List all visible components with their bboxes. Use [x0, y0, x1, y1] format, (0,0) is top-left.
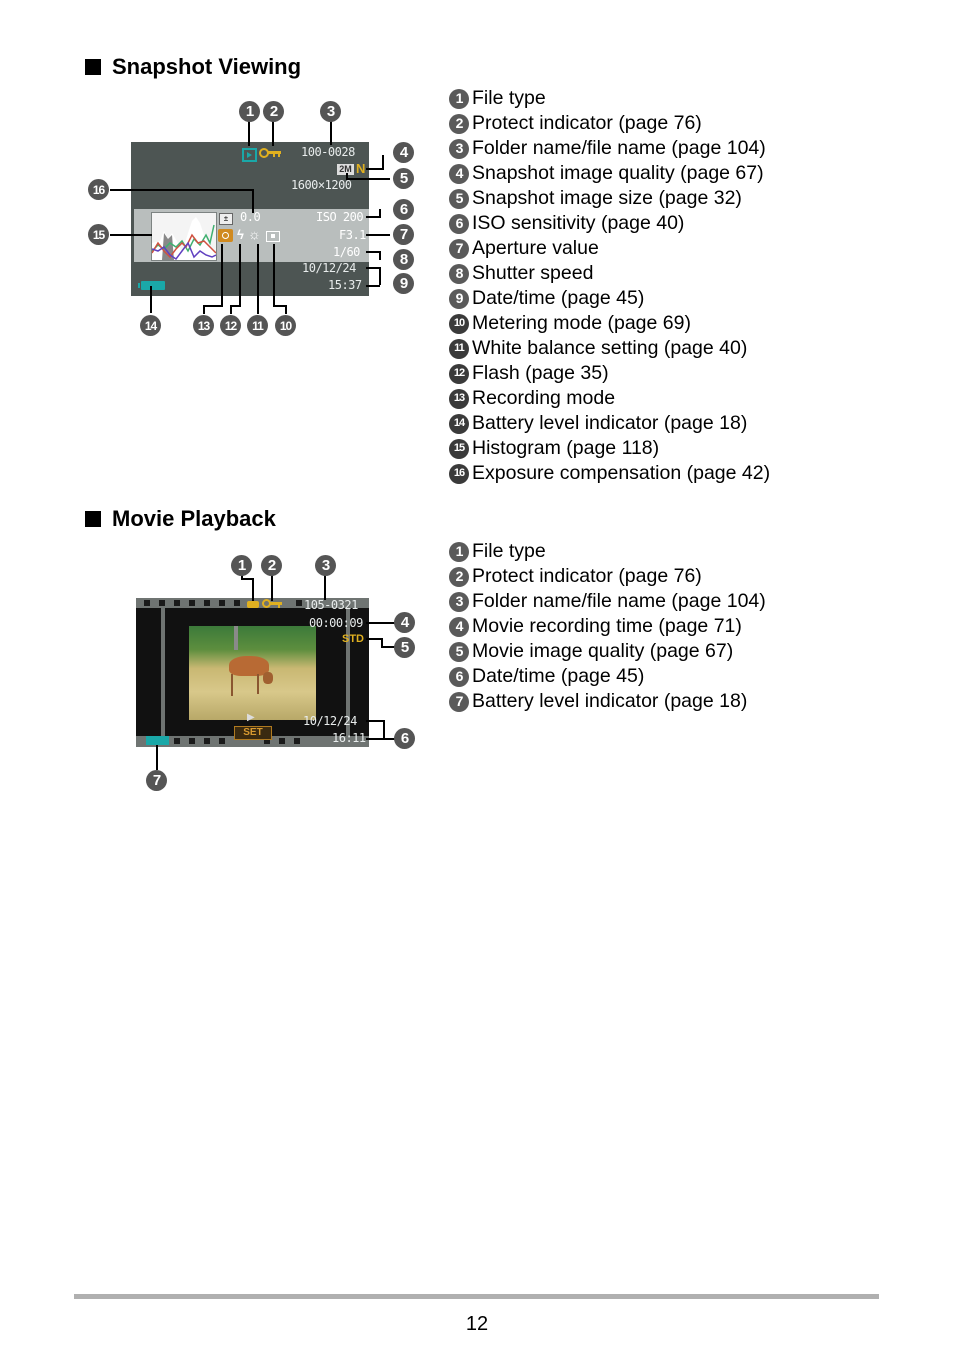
- movie-lcd-screen: 105-0321 00:00:09 STD ▶ 10/12/24 SET 16:…: [136, 598, 369, 747]
- callout-4: 4: [394, 612, 415, 633]
- legend-item: 16 Exposure compensation (page 42): [449, 461, 770, 486]
- date-value: 10/12/24: [302, 261, 356, 275]
- ev-value: 0.0: [240, 210, 261, 224]
- recording-time: 00:00:09: [309, 616, 363, 630]
- callout-14: 14: [140, 315, 161, 336]
- callout-11: 11: [247, 315, 268, 336]
- white-balance-icon: ☼: [248, 226, 261, 242]
- shutter-value: 1/60: [333, 245, 360, 259]
- legend-item: 3 Folder name/file name (page 104): [449, 589, 766, 614]
- callout-4: 4: [393, 142, 414, 163]
- legend-item: 9 Date/time (page 45): [449, 286, 770, 311]
- image-size-value: 1600×1200: [291, 178, 352, 192]
- playback-file-icon: [242, 148, 257, 162]
- legend-item: 5 Movie image quality (page 67): [449, 639, 766, 664]
- legend-item: 7 Aperture value: [449, 236, 770, 261]
- quality-indicator: N: [356, 161, 366, 176]
- legend-item: 8 Shutter speed: [449, 261, 770, 286]
- movie-file-icon: [247, 601, 259, 608]
- legend-item: 7 Battery level indicator (page 18): [449, 689, 766, 714]
- legend-item: 6 ISO sensitivity (page 40): [449, 211, 770, 236]
- legend-item: 11 White balance setting (page 40): [449, 336, 770, 361]
- callout-7: 7: [146, 770, 167, 791]
- callout-16: 16: [88, 179, 109, 200]
- callout-1: 1: [231, 555, 252, 576]
- callout-5: 5: [394, 637, 415, 658]
- legend-item: 14 Battery level indicator (page 18): [449, 411, 770, 436]
- legend-item: 15 Histogram (page 118): [449, 436, 770, 461]
- callout-2: 2: [263, 101, 284, 122]
- legend-item: 6 Date/time (page 45): [449, 664, 766, 689]
- callout-3: 3: [315, 555, 336, 576]
- callout-2: 2: [261, 555, 282, 576]
- section-title-text: Movie Playback: [112, 506, 276, 531]
- legend-item: 2 Protect indicator (page 76): [449, 111, 770, 136]
- play-icon: ▶: [247, 712, 255, 723]
- legend-item: 10 Metering mode (page 69): [449, 311, 770, 336]
- bullet-square-icon: [85, 511, 101, 527]
- footer-rule: [74, 1294, 879, 1299]
- legend-item: 4 Movie recording time (page 71): [449, 614, 766, 639]
- movie-legend: 1 File type 2 Protect indicator (page 76) …: [449, 539, 766, 714]
- legend-item: 3 Folder name/file name (page 104): [449, 136, 770, 161]
- callout-3: 3: [320, 101, 341, 122]
- time-value: 15:37: [328, 278, 362, 292]
- section-title-movie: Movie Playback: [85, 506, 276, 532]
- iso-value: ISO 200: [316, 210, 364, 224]
- section-title-snapshot: Snapshot Viewing: [85, 54, 301, 80]
- callout-8: 8: [393, 249, 414, 270]
- aperture-value: F3.1: [339, 228, 366, 242]
- folder-file-name: 100-0028: [301, 145, 355, 159]
- protect-key-icon: [262, 599, 284, 609]
- callout-15: 15: [88, 224, 109, 245]
- legend-item: 1 File type: [449, 86, 770, 111]
- callout-1: 1: [239, 101, 260, 122]
- legend-item: 4 Snapshot image quality (page 67): [449, 161, 770, 186]
- movie-quality: STD: [342, 633, 364, 645]
- folder-file-name: 105-0321: [304, 598, 358, 612]
- legend-item: 12 Flash (page 35): [449, 361, 770, 386]
- movie-thumbnail: [189, 626, 316, 720]
- camera-recording-mode-icon: [218, 229, 233, 242]
- callout-7: 7: [393, 224, 414, 245]
- callout-6: 6: [393, 199, 414, 220]
- callout-5: 5: [393, 168, 414, 189]
- histogram-graph: [151, 217, 217, 261]
- metering-icon: [266, 231, 280, 242]
- snapshot-legend: 1 File type 2 Protect indicator (page 76) …: [449, 86, 770, 486]
- battery-icon: [138, 281, 165, 290]
- protect-key-icon: [259, 147, 281, 159]
- histogram: [151, 212, 217, 261]
- bullet-square-icon: [85, 59, 101, 75]
- section-title-text: Snapshot Viewing: [112, 54, 302, 79]
- exposure-comp-icon: ±: [219, 213, 233, 225]
- page-number: 12: [465, 1313, 489, 1335]
- legend-item: 1 File type: [449, 539, 766, 564]
- date-value: 10/12/24: [303, 714, 357, 728]
- callout-6: 6: [394, 728, 415, 749]
- legend-item: 2 Protect indicator (page 76): [449, 564, 766, 589]
- callout-9: 9: [393, 273, 414, 294]
- time-value: 16:11: [332, 731, 366, 745]
- set-button-label: SET: [234, 726, 272, 740]
- battery-icon: [146, 736, 169, 745]
- legend-item: 5 Snapshot image size (page 32): [449, 186, 770, 211]
- legend-item: 13 Recording mode: [449, 386, 770, 411]
- callout-12: 12: [220, 315, 241, 336]
- snapshot-lcd-screen: 100-0028 2M N 1600×1200 ± 0.0 ISO 200 ϟ …: [131, 142, 369, 296]
- callout-10: 10: [275, 315, 296, 336]
- flash-icon: ϟ: [237, 227, 244, 242]
- callout-13: 13: [193, 315, 214, 336]
